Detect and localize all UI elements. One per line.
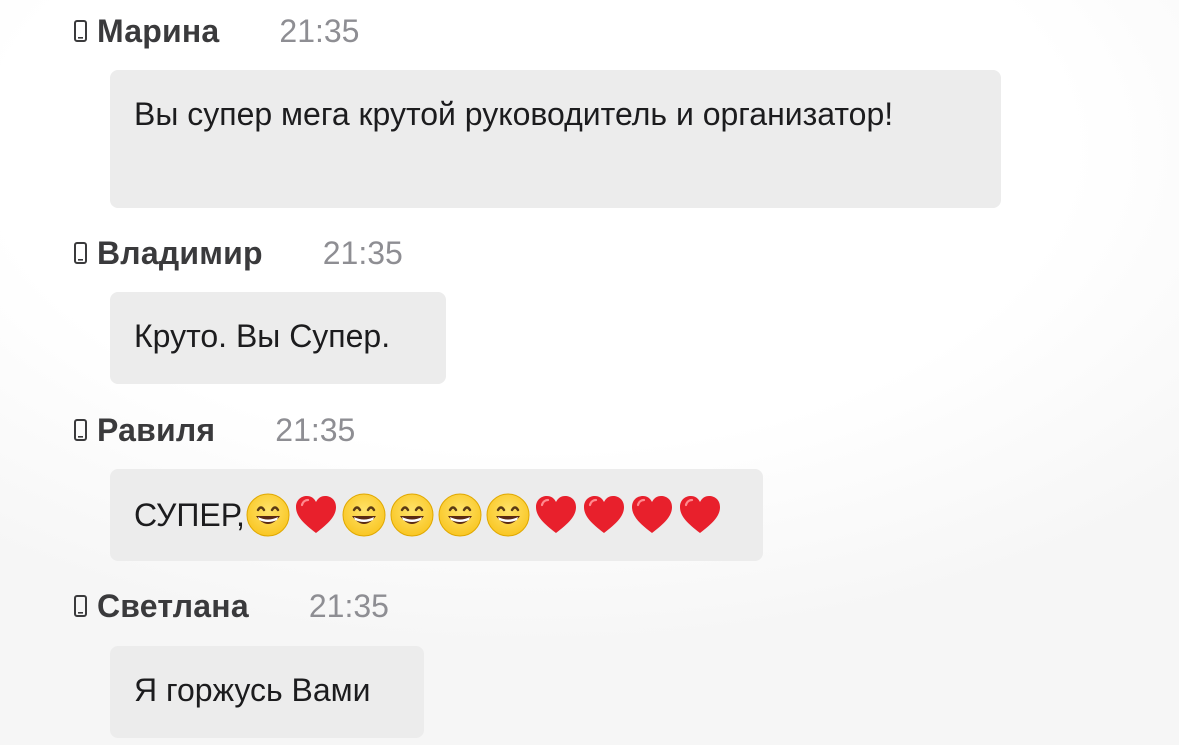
chat-message-list: Марина 21:35 Вы супер мега крутой руково… — [0, 0, 1179, 745]
message-header: Владимир 21:35 — [74, 233, 403, 273]
message-author[interactable]: Равиля — [97, 412, 215, 449]
red-heart-icon — [293, 492, 339, 538]
grinning-face-icon — [245, 492, 291, 538]
mobile-phone-icon — [74, 242, 87, 264]
grinning-face-icon — [485, 492, 531, 538]
message-bubble[interactable]: Круто. Вы Супер. — [110, 292, 446, 384]
message-time: 21:35 — [308, 587, 389, 624]
message-header: Светлана 21:35 — [74, 586, 389, 626]
message-time: 21:35 — [279, 12, 360, 49]
grinning-face-icon — [389, 492, 435, 538]
red-heart-icon — [629, 492, 675, 538]
red-heart-icon — [677, 492, 723, 538]
grinning-face-icon — [341, 492, 387, 538]
message-header: Равиля 21:35 — [74, 410, 355, 450]
emoji-sequence — [245, 492, 725, 538]
red-heart-icon — [581, 492, 627, 538]
mobile-phone-icon — [74, 419, 87, 441]
grinning-face-icon — [437, 492, 483, 538]
message-author[interactable]: Владимир — [97, 235, 263, 272]
message-content: СУПЕР, — [134, 491, 725, 539]
message-text: Круто. Вы Супер. — [134, 318, 391, 354]
message-author[interactable]: Марина — [97, 13, 219, 50]
message-text: Я горжусь Вами — [134, 672, 371, 708]
message-header: Марина 21:35 — [74, 11, 359, 51]
message-time: 21:35 — [275, 411, 356, 448]
message-text: Вы супер мега крутой руководитель и орга… — [134, 96, 894, 132]
mobile-phone-icon — [74, 20, 87, 42]
message-author[interactable]: Светлана — [97, 588, 249, 625]
message-bubble[interactable]: Вы супер мега крутой руководитель и орга… — [110, 70, 1001, 208]
message-bubble[interactable]: Я горжусь Вами — [110, 646, 424, 738]
mobile-phone-icon — [74, 595, 87, 617]
message-text: СУПЕР, — [134, 497, 245, 533]
message-time: 21:35 — [322, 234, 403, 271]
red-heart-icon — [533, 492, 579, 538]
message-bubble[interactable]: СУПЕР, — [110, 469, 763, 561]
